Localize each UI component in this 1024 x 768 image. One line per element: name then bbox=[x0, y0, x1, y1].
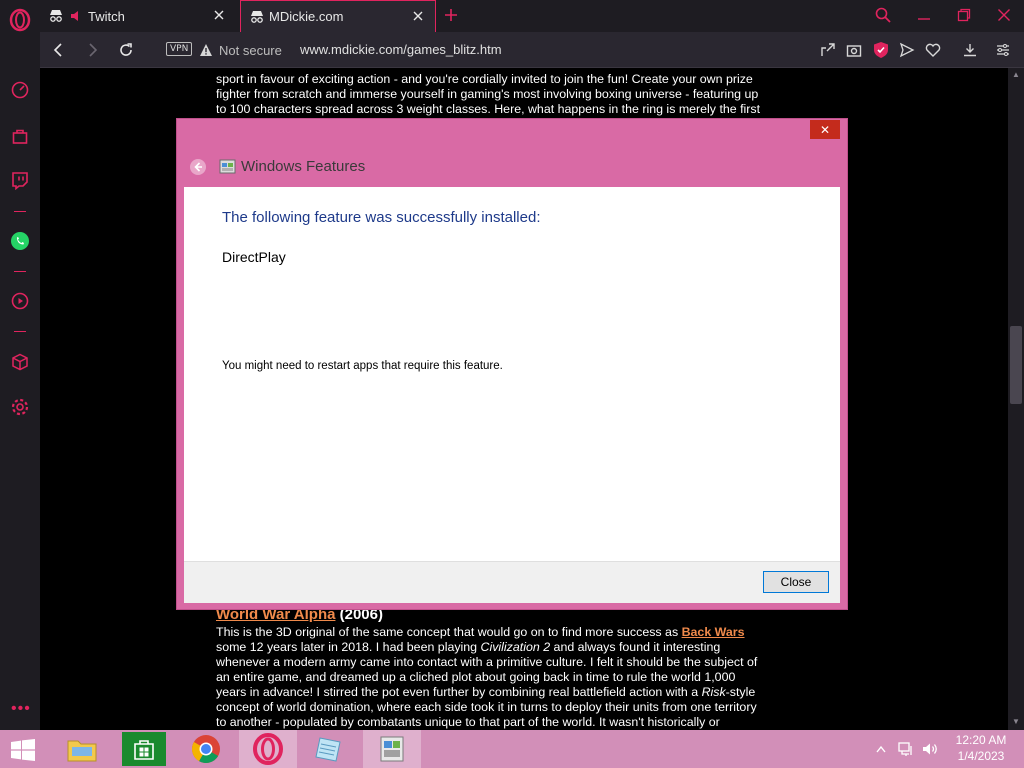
notepad-app[interactable] bbox=[301, 730, 359, 768]
windows-features-icon bbox=[219, 159, 236, 174]
heart-icon[interactable] bbox=[925, 42, 941, 58]
incognito-icon bbox=[48, 8, 64, 24]
show-hidden-icons-icon[interactable] bbox=[876, 745, 886, 753]
tab-label: MDickie.com bbox=[269, 9, 344, 24]
easy-setup-icon[interactable] bbox=[995, 42, 1011, 58]
forward-icon[interactable] bbox=[83, 41, 101, 59]
page-line: to another - populated by combatants uni… bbox=[216, 715, 720, 729]
speaker-icon bbox=[68, 8, 84, 24]
back-icon[interactable] bbox=[50, 41, 68, 59]
send-icon[interactable] bbox=[899, 42, 915, 58]
shopping-bag-icon[interactable] bbox=[10, 126, 30, 146]
paragraph-text: This is the 3D original of the same conc… bbox=[216, 625, 679, 639]
restart-note: You might need to restart apps that requ… bbox=[222, 360, 503, 372]
search-tabs-icon[interactable] bbox=[874, 6, 892, 24]
control-panel-icon bbox=[380, 736, 404, 762]
feature-name: DirectPlay bbox=[222, 249, 286, 265]
civilization-title: Civilization 2 bbox=[480, 640, 551, 654]
dialog-footer bbox=[184, 561, 840, 603]
tab-label: Twitch bbox=[88, 8, 125, 24]
more-icon[interactable]: ••• bbox=[11, 700, 31, 718]
paragraph-text: some 12 years later in 2018. I had been … bbox=[216, 640, 478, 654]
paragraph-text: -style bbox=[725, 685, 756, 699]
chrome-icon bbox=[192, 735, 220, 763]
camera-icon[interactable] bbox=[846, 42, 862, 58]
minimize-icon[interactable] bbox=[917, 8, 931, 22]
control-panel-app[interactable] bbox=[363, 730, 421, 768]
page-line: fighter from scratch and immerse yoursel… bbox=[216, 87, 759, 101]
back-arrow-icon[interactable] bbox=[189, 158, 207, 176]
page-line: whenever a modern army came into contact… bbox=[216, 655, 758, 669]
adblock-shield-icon[interactable] bbox=[873, 41, 889, 59]
player-icon[interactable] bbox=[10, 291, 30, 311]
reload-icon[interactable] bbox=[117, 41, 135, 59]
page-line: concept of world domination, where each … bbox=[216, 700, 757, 714]
dialog-title: Windows Features bbox=[241, 158, 366, 175]
clock-date: 1/4/2023 bbox=[957, 749, 1005, 763]
page-line: some 12 years later in 2018. I had been … bbox=[216, 640, 796, 655]
close-tab-icon[interactable] bbox=[212, 8, 226, 22]
incognito-icon bbox=[249, 9, 265, 25]
page-line: to 100 characters spread across 3 weight… bbox=[216, 102, 761, 116]
sidebar-separator bbox=[14, 271, 26, 272]
volume-icon[interactable] bbox=[921, 740, 939, 758]
tab-mdickie[interactable]: MDickie.com bbox=[240, 0, 436, 32]
clock-time: 12:20 AM bbox=[955, 733, 1007, 747]
windows-start-icon[interactable] bbox=[11, 739, 35, 761]
speed-dial-icon[interactable] bbox=[10, 80, 30, 100]
dialog-content bbox=[184, 187, 840, 561]
restore-icon[interactable] bbox=[957, 8, 971, 22]
page-line: This is the 3D original of the same conc… bbox=[216, 625, 796, 640]
tab-twitch[interactable]: Twitch bbox=[40, 0, 236, 32]
page-line: an entire game, and dreamed up a cliched… bbox=[216, 670, 736, 684]
vpn-badge[interactable]: VPN bbox=[166, 42, 193, 56]
scroll-down-icon[interactable]: ▼ bbox=[1011, 717, 1021, 727]
settings-gear-icon[interactable] bbox=[10, 397, 30, 417]
folder-icon bbox=[67, 740, 97, 762]
cube-icon[interactable] bbox=[10, 352, 30, 372]
success-heading: The following feature was successfully i… bbox=[222, 209, 541, 226]
security-status[interactable]: Not secure bbox=[219, 43, 282, 58]
opera-app[interactable] bbox=[239, 730, 297, 768]
windows-taskbar bbox=[0, 730, 1024, 768]
page-line: years in advance! I stirred the pot even… bbox=[216, 685, 796, 700]
download-icon[interactable] bbox=[962, 42, 978, 58]
store-app[interactable] bbox=[115, 730, 173, 768]
page-line: sport in favour of exciting action - and… bbox=[216, 72, 753, 86]
risk-title: Risk bbox=[701, 685, 726, 699]
scrollbar-thumb[interactable] bbox=[1010, 326, 1022, 404]
dialog-close-button[interactable]: ✕ bbox=[810, 120, 840, 139]
paragraph-text: and always found it interesting bbox=[553, 640, 721, 654]
browser-sidebar: ••• bbox=[0, 0, 40, 730]
opera-logo-icon[interactable] bbox=[8, 8, 32, 32]
opera-icon bbox=[253, 733, 283, 765]
paragraph-text: years in advance! I stirred the pot even… bbox=[216, 685, 699, 699]
address-bar: VPN Not secure www.mdickie.com/games_bli… bbox=[40, 32, 1024, 68]
notepad-icon bbox=[315, 737, 341, 762]
chrome-app[interactable] bbox=[177, 730, 235, 768]
whatsapp-icon[interactable] bbox=[10, 231, 30, 251]
network-icon[interactable] bbox=[897, 740, 915, 758]
warning-icon[interactable] bbox=[199, 43, 213, 57]
file-explorer-app[interactable] bbox=[53, 730, 111, 768]
scroll-up-icon[interactable]: ▲ bbox=[1011, 70, 1021, 80]
close-window-icon[interactable] bbox=[997, 8, 1011, 22]
close-tab-icon[interactable] bbox=[411, 9, 425, 23]
system-clock[interactable]: 12:20 AM 1/4/2023 bbox=[948, 732, 1014, 766]
sidebar-separator bbox=[14, 331, 26, 332]
url-text[interactable]: www.mdickie.com/games_blitz.htm bbox=[300, 42, 502, 57]
share-icon[interactable] bbox=[820, 42, 836, 58]
twitch-icon[interactable] bbox=[10, 170, 30, 190]
new-tab-plus-icon[interactable] bbox=[443, 7, 459, 23]
back-wars-link[interactable]: Back Wars bbox=[682, 625, 745, 639]
close-button[interactable]: Close bbox=[763, 571, 829, 593]
sidebar-separator bbox=[14, 211, 26, 212]
store-bag-icon bbox=[134, 740, 154, 760]
